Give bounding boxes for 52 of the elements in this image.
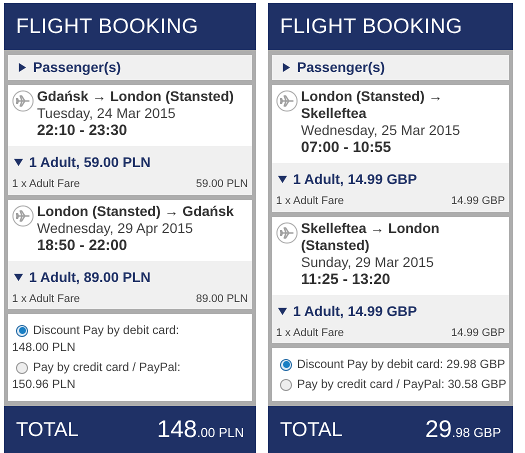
radio-button[interactable] [16,324,28,336]
plane-icon [12,204,34,226]
fare-amount: 14.99 GBP [451,326,505,340]
payment-amount: 150.96 PLN [12,376,76,393]
flight-time: 07:00 - 10:55 [301,139,392,157]
payment-label: Pay by credit card / PayPal: [33,359,180,376]
fare-label: 1 x Adult Fare [12,292,80,306]
flight-time: 18:50 - 22:00 [37,236,128,254]
total-amount: 148.00 PLN [156,415,244,445]
collapse-arrow-icon [278,306,287,316]
radio-button[interactable] [280,358,292,370]
expand-arrow-icon [282,63,291,72]
fare-label: 1 x Adult Fare [276,194,344,209]
payment-amount: 148.00 PLN [12,339,76,356]
flight-date: Tuesday, 24 Mar 2015 [37,105,177,122]
flight-route: Gdańsk → London (Stansted) [37,88,234,105]
flight-date: Wednesday, 25 Mar 2015 [301,122,462,139]
plane-icon [12,90,34,112]
collapse-arrow-icon [14,272,23,282]
passengers-toggle[interactable]: Passenger(s) [8,55,252,80]
fare-toggle[interactable]: 1 Adult, 89.00 PLN [12,266,248,288]
flight-route: London (Stansted) → Skelleftea [301,88,444,122]
payment-label: Discount Pay by debit card: [33,322,180,339]
collapse-arrow-icon [14,158,23,167]
fare-label: 1 x Adult Fare [276,326,344,340]
fare-amount: 14.99 GBP [451,194,505,209]
collapse-arrow-icon [278,175,287,184]
flight-time: 11:25 - 13:20 [301,270,392,288]
flight-route: Skelleftea → London (Stansted) [301,220,440,254]
radio-button[interactable] [16,362,28,374]
expand-arrow-icon [18,63,27,72]
fare-amount: 59.00 PLN [196,177,248,192]
payment-label: Pay by credit card / PayPal: 30.58 GBP [297,376,506,393]
fare-amount: 89.00 PLN [196,292,248,306]
flight-date: Wednesday, 29 Apr 2015 [37,220,194,236]
flight-time: 22:10 - 23:30 [37,122,128,140]
total-amount: 29.98 GBP [425,415,501,445]
fare-toggle[interactable]: 1 Adult, 59.00 PLN [12,152,248,173]
panel-title: FLIGHT BOOKING [280,14,462,40]
fare-toggle[interactable]: 1 Adult, 14.99 GBP [276,169,505,190]
flight-route: London (Stansted) → Gdańsk [37,202,234,220]
flight-date: Sunday, 29 Mar 2015 [301,254,435,270]
radio-button[interactable] [280,378,292,390]
total-label: TOTAL [280,418,343,443]
total-label: TOTAL [16,418,79,443]
plane-icon [276,222,298,244]
fare-toggle[interactable]: 1 Adult, 14.99 GBP [276,300,505,322]
plane-icon [276,90,298,112]
fare-label: 1 x Adult Fare [12,177,80,192]
panel-title: FLIGHT BOOKING [16,14,198,40]
passengers-toggle[interactable]: Passenger(s) [272,55,509,80]
payment-label: Discount Pay by debit card: 29.98 GBP [297,356,506,373]
